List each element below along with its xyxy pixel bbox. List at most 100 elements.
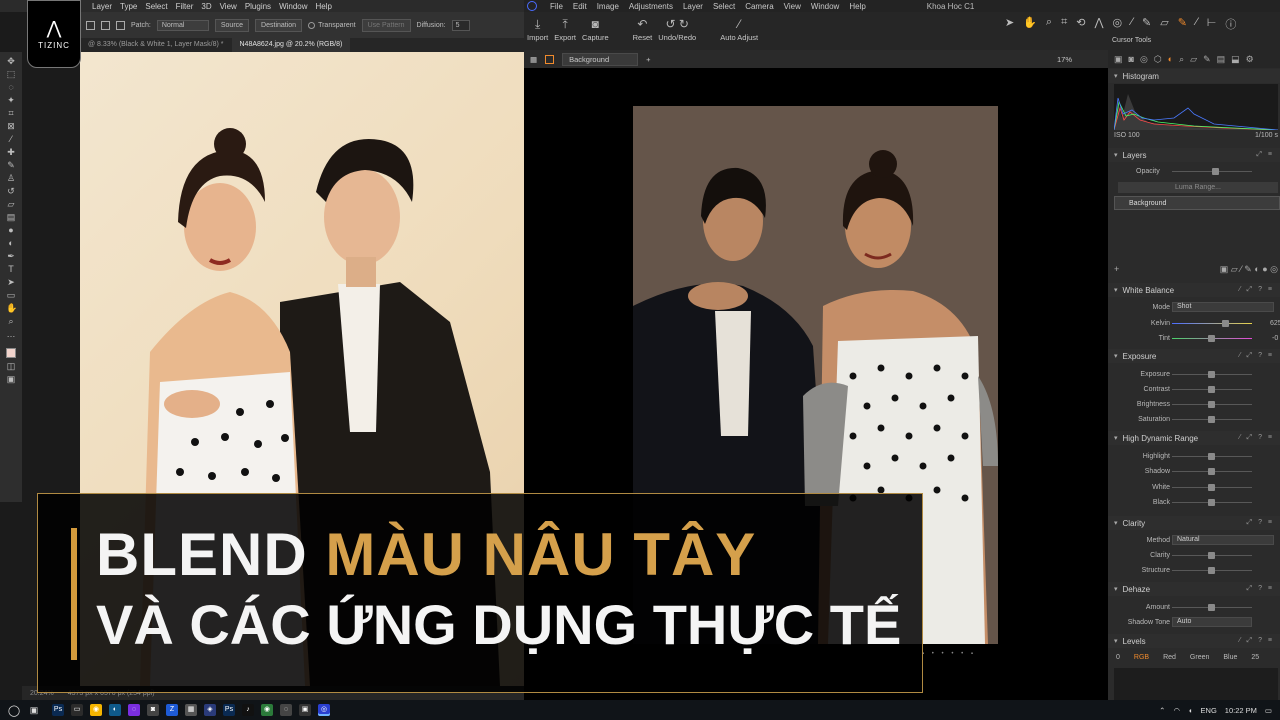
screen-mode-icon[interactable]: ▣ [6,374,16,384]
healing-brush-icon[interactable]: ✚ [6,147,16,157]
reset-button[interactable]: ↶ Reset [630,12,656,42]
kelvin-value[interactable]: 625 [1270,320,1280,327]
import-button[interactable]: ⤓ Import [524,12,551,42]
dodge-tool-icon[interactable]: ◐ [6,238,16,248]
picker-icon[interactable]: ⁄ [1196,16,1198,32]
hand-tool-icon[interactable]: ✋ [6,303,17,313]
transparent-checkbox[interactable]: Transparent [308,21,356,29]
kelvin-slider-knob[interactable] [1222,320,1229,327]
lasso-tool-icon[interactable]: ◌ [6,82,16,92]
info-icon[interactable]: ⓘ [1225,16,1236,32]
hdr-header-icons[interactable]: ⁄ ⤢ ? ≡ [1239,434,1274,442]
levels-max-value[interactable]: 25 [1251,654,1259,661]
levels-header[interactable]: Levels ⁄ ⤢ ? ≡ [1108,634,1280,648]
exposure-slider-knob[interactable] [1208,371,1215,378]
notification-icon[interactable]: ▭ [1265,706,1272,715]
photoshop-app-icon[interactable]: Ps [52,704,64,716]
destination-button[interactable]: Destination [255,18,303,32]
photoshop-second-icon[interactable]: Ps [223,704,235,716]
highlight-slider-knob[interactable] [1208,453,1215,460]
white-slider-knob[interactable] [1208,484,1215,491]
wb-header-icons[interactable]: ⁄ ⤢ ? ≡ [1239,286,1274,294]
details-tab-icon[interactable]: ⌕ [1179,54,1184,65]
adjust-tab-icon[interactable]: ✎ [1203,54,1211,65]
ruler-icon[interactable]: ⊢ [1207,16,1217,32]
white-balance-header[interactable]: White Balance ⁄ ⤢ ? ≡ [1108,283,1280,297]
source-button[interactable]: Source [214,18,250,32]
c1-menu-adjustments[interactable]: Adjustments [624,2,678,11]
app-icon-13[interactable]: ◌ [280,704,292,716]
camera-app-icon[interactable]: ◙ [147,704,159,716]
filmstrip-pager[interactable]: ▪ • • • • ▪ [922,651,976,657]
ps-menu-plugins[interactable]: Plugins [241,2,275,11]
c1-menu-camera[interactable]: Camera [740,2,778,11]
frame-tool-icon[interactable]: ⊠ [6,121,16,131]
clarity-method-select[interactable]: Natural [1172,535,1274,545]
captureone-taskbar-icon[interactable]: ◎ [318,704,330,716]
magic-wand-icon[interactable]: ✦ [6,95,16,105]
levels-graph[interactable] [1114,668,1278,700]
brush-icon[interactable]: ✎ [1142,16,1151,32]
layer-select[interactable]: Background [562,52,639,66]
library-tab-icon[interactable]: ▣ [1114,54,1123,65]
app-icon-9[interactable]: ◈ [204,704,216,716]
task-view-icon[interactable]: ▣ [24,705,44,716]
ps-tab-n48a8624[interactable]: N48A8624.jpg @ 20.2% (RGB/8) [231,38,351,52]
ps-menu-view[interactable]: View [216,2,241,11]
diffusion-input[interactable]: 5 [451,19,470,31]
clock[interactable]: 10:22 PM [1225,706,1257,715]
clarity-header[interactable]: Clarity ⤢ ? ≡ [1108,516,1280,530]
language-indicator[interactable]: ENG [1201,706,1217,715]
layer-item-background[interactable]: Background [1114,196,1280,210]
batch-tab-icon[interactable]: ⚙ [1246,54,1254,65]
ps-menu-window[interactable]: Window [275,2,311,11]
shape-tool-icon[interactable]: ▭ [6,290,16,300]
ps-menu-help[interactable]: Help [312,2,336,11]
levels-tab-blue[interactable]: Blue [1223,654,1237,661]
tint-slider-knob[interactable] [1208,335,1215,342]
type-tool-icon[interactable]: T [6,264,16,274]
path-select-icon[interactable]: ➤ [6,277,16,287]
kelvin-slider[interactable] [1172,323,1252,324]
quick-mask-icon[interactable]: ◫ [6,361,16,371]
dehaze-header-icons[interactable]: ⤢ ? ≡ [1247,585,1274,593]
ps-menu-select[interactable]: Select [141,2,171,11]
clarity-header-icons[interactable]: ⤢ ? ≡ [1247,519,1274,527]
levels-tab-red[interactable]: Red [1163,654,1176,661]
levels-tab-green[interactable]: Green [1190,654,1209,661]
zoom-icon[interactable]: ⌕ [1046,16,1052,32]
file-explorer-icon[interactable]: ▭ [71,704,83,716]
c1-menu-window[interactable]: Window [806,2,844,11]
c1-menu-edit[interactable]: Edit [568,2,592,11]
new-selection-icon[interactable] [86,20,95,30]
tiktok-icon[interactable]: ♪ [242,704,254,716]
metadata-tab-icon[interactable]: ▤ [1217,54,1226,65]
grid-view-icon[interactable]: ▦ [530,55,537,64]
single-view-icon[interactable] [545,54,555,64]
keystone-icon[interactable]: ⋀ [1095,16,1104,32]
auto-adjust-button[interactable]: ⁄ Auto Adjust [717,12,761,42]
blur-tool-icon[interactable]: ● [6,225,16,235]
start-icon[interactable]: ◯ [4,704,24,717]
history-brush-icon[interactable]: ↺ [6,186,16,196]
levels-header-icons[interactable]: ⁄ ⤢ ? ≡ [1239,637,1274,645]
ps-menu-3d[interactable]: 3D [197,2,215,11]
structure-slider-knob[interactable] [1208,567,1215,574]
clarity-slider-knob[interactable] [1208,552,1215,559]
exposure-header[interactable]: Exposure ⁄ ⤢ ? ≡ [1108,349,1280,363]
contrast-slider-knob[interactable] [1208,386,1215,393]
ps-tab-bw-mask[interactable]: @ 8.33% (Black & White 1, Layer Mask/8) … [80,38,232,52]
zoom-readout[interactable]: 17% [1057,55,1072,64]
add-layer-icon[interactable]: + [1114,264,1119,275]
capture-tab-icon[interactable]: ◙ [1129,54,1134,64]
brightness-slider-knob[interactable] [1208,401,1215,408]
crop-tool-icon[interactable]: ⌗ [6,108,16,118]
select-cursor-icon[interactable]: ➤ [1005,16,1014,32]
stamp-tool-icon[interactable]: ♙ [6,173,16,183]
ps-menu-filter[interactable]: Filter [172,2,198,11]
more-tools-icon[interactable]: … [6,329,16,339]
eraser-icon[interactable]: ▱ [1160,16,1168,32]
add-icon[interactable]: + [646,55,650,64]
brush-tool-icon[interactable]: ✎ [6,160,16,170]
color-tab-icon[interactable]: ⬡ [1154,54,1162,65]
